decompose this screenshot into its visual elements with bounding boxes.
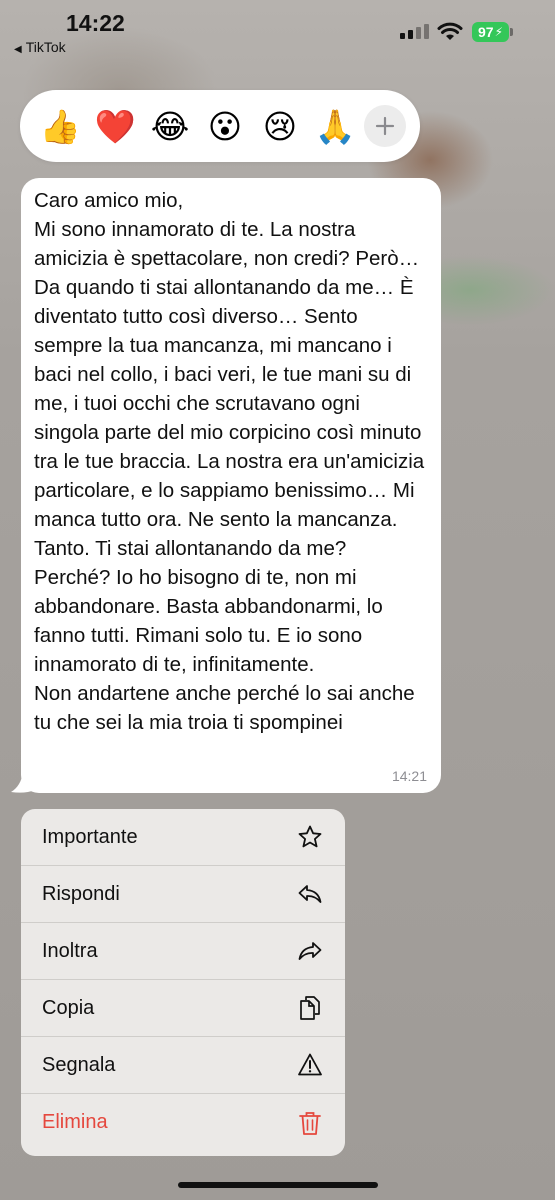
- forward-arrow-icon: [298, 942, 322, 960]
- menu-item-copy[interactable]: Copia: [21, 980, 345, 1037]
- menu-item-star-label: Importante: [42, 825, 138, 848]
- reaction-thumbs-up[interactable]: 👍: [34, 110, 86, 143]
- menu-item-star[interactable]: Importante: [21, 809, 345, 866]
- trash-icon: [299, 1111, 321, 1135]
- menu-item-reply-label: Rispondi: [42, 882, 120, 905]
- reaction-heart[interactable]: ❤️: [89, 110, 141, 143]
- battery-indicator: 97 ⚡: [472, 22, 509, 42]
- warning-triangle-icon: [298, 1053, 322, 1076]
- menu-item-delete[interactable]: Elimina: [21, 1094, 345, 1151]
- battery-tip: [510, 28, 513, 36]
- wifi-icon: [437, 22, 463, 40]
- message-timestamp: 14:21: [391, 768, 427, 784]
- reaction-surprised[interactable]: 😮: [199, 110, 251, 143]
- reaction-laughing[interactable]: 😂: [144, 110, 196, 143]
- charging-bolt-icon: ⚡: [494, 25, 503, 39]
- menu-item-forward-label: Inoltra: [42, 939, 98, 962]
- plus-icon: [375, 116, 395, 136]
- back-to-app-link[interactable]: ◀ TikTok: [14, 39, 66, 55]
- more-reactions-button[interactable]: [364, 105, 406, 147]
- menu-item-delete-label: Elimina: [42, 1111, 108, 1133]
- menu-item-forward[interactable]: Inoltra: [21, 923, 345, 980]
- home-indicator[interactable]: [178, 1182, 378, 1188]
- reaction-crying[interactable]: 😢: [254, 110, 306, 143]
- back-triangle-icon: ◀: [14, 44, 22, 55]
- copy-documents-icon: [300, 996, 320, 1020]
- menu-item-reply[interactable]: Rispondi: [21, 866, 345, 923]
- star-icon: [298, 825, 322, 848]
- menu-item-copy-label: Copia: [42, 996, 95, 1019]
- reaction-praying-hands[interactable]: 🙏: [309, 110, 361, 143]
- reply-arrow-icon: [298, 885, 322, 903]
- status-time: 14:22: [66, 10, 125, 36]
- battery-level: 97: [477, 24, 494, 40]
- cellular-signal-icon: [400, 24, 429, 39]
- message-context-menu: Importante Rispondi Inoltra Copia Segnal…: [21, 809, 345, 1156]
- menu-item-report[interactable]: Segnala: [21, 1037, 345, 1094]
- menu-item-report-label: Segnala: [42, 1053, 116, 1076]
- back-app-label: TikTok: [25, 39, 66, 55]
- reaction-bar: 👍 ❤️ 😂 😮 😢 🙏: [20, 90, 420, 162]
- message-bubble[interactable]: Caro amico mio, Mi sono innamorato di te…: [21, 178, 441, 793]
- message-text: Caro amico mio, Mi sono innamorato di te…: [34, 189, 425, 734]
